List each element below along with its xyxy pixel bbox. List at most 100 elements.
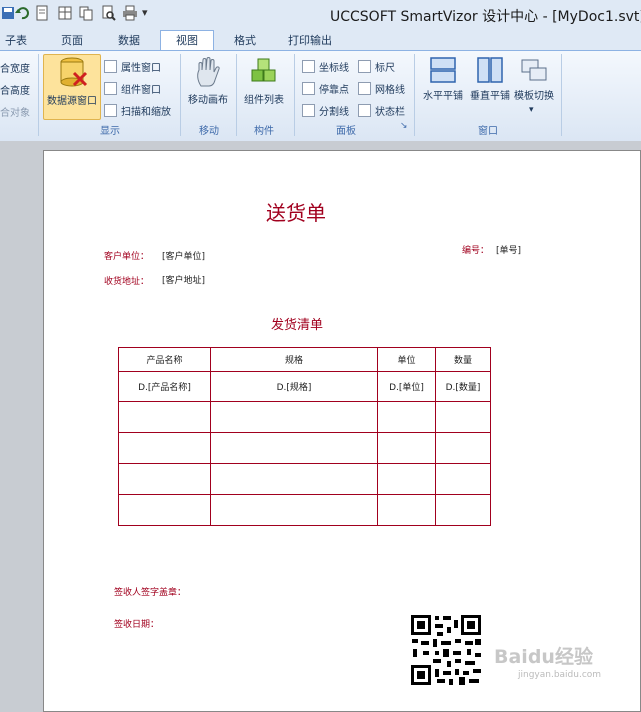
separator — [236, 54, 237, 136]
table-cell[interactable] — [210, 494, 378, 526]
window-title: UCCSOFT SmartVizor 设计中心 - [MyDoc1.svt] — [330, 9, 641, 25]
grid-icon[interactable] — [57, 5, 73, 21]
table-cell[interactable] — [435, 401, 491, 433]
template-switch-label: 模板切换 — [514, 91, 554, 102]
table-cell[interactable] — [118, 432, 211, 464]
coordinate-lines-checkbox[interactable] — [302, 60, 315, 73]
date-label[interactable]: 签收日期： — [114, 617, 159, 630]
fit-height-button[interactable]: 合高度 — [0, 82, 30, 97]
table-cell[interactable] — [210, 401, 378, 433]
fit-width-button[interactable]: 合宽度 — [0, 60, 30, 75]
ribbon-tabs: 子表单 页面 数据 视图 格式 打印输出 — [0, 28, 641, 66]
copy-icon[interactable] — [78, 5, 94, 21]
separator — [294, 54, 295, 136]
status-bar-checkbox[interactable] — [358, 104, 371, 117]
table-row — [118, 401, 491, 433]
qr-code-image[interactable] — [409, 613, 483, 687]
address-field[interactable]: [客户地址] — [162, 273, 205, 286]
print-icon[interactable] — [122, 5, 138, 21]
ruler-checkbox[interactable] — [358, 60, 371, 73]
watermark-subtext: jingyan.baidu.com — [518, 670, 602, 680]
customer-label[interactable]: 客户单位： — [104, 249, 149, 262]
panel-launcher-icon[interactable]: ↘ — [400, 121, 408, 131]
table-row — [118, 432, 491, 464]
dock-points-label: 停靠点 — [319, 85, 349, 96]
watermark-text: Baidu经验 — [494, 646, 593, 668]
component-list-label: 组件列表 — [244, 95, 284, 106]
address-label[interactable]: 收货地址： — [104, 274, 149, 287]
table-row — [118, 494, 491, 526]
table-cell[interactable] — [377, 401, 436, 433]
separator — [414, 54, 415, 136]
tab-page[interactable]: 页面 — [52, 31, 92, 50]
new-document-icon[interactable] — [34, 5, 50, 21]
move-canvas-button[interactable]: 移动画布 — [186, 56, 230, 116]
table-cell[interactable] — [377, 494, 436, 526]
print-preview-icon[interactable] — [100, 5, 116, 21]
group-label-panel: 面板 — [336, 126, 356, 137]
table-row: D.[产品名称] D.[规格] D.[单位] D.[数量] — [118, 371, 491, 402]
table-header-row: 产品名称 规格 单位 数量 — [118, 347, 491, 372]
tile-vertical-icon — [477, 57, 503, 83]
template-switch-icon — [521, 59, 547, 81]
tab-print-output[interactable]: 打印输出 — [280, 31, 340, 50]
move-canvas-label: 移动画布 — [188, 95, 228, 106]
document-title[interactable]: 送货单 — [266, 197, 326, 226]
customer-field[interactable]: [客户单位] — [162, 249, 205, 262]
datasource-window-button[interactable]: 数据源窗口 — [43, 54, 101, 120]
properties-window-label: 属性窗口 — [121, 63, 161, 74]
component-window-checkbox[interactable] — [104, 82, 117, 95]
properties-window-checkbox[interactable] — [104, 60, 117, 73]
delivery-table[interactable]: 产品名称 规格 单位 数量 D.[产品名称] D.[规格] D.[单位] D.[… — [118, 347, 491, 526]
header-product-name[interactable]: 产品名称 — [118, 347, 211, 372]
component-list-button[interactable]: 组件列表 — [240, 56, 288, 116]
dock-points-checkbox[interactable] — [302, 82, 315, 95]
table-cell[interactable] — [435, 432, 491, 464]
tab-format[interactable]: 格式 — [222, 31, 268, 50]
grid-lines-label: 网格线 — [375, 85, 405, 96]
tile-vertical-button[interactable]: 垂直平铺 — [467, 56, 513, 116]
cell-unit[interactable]: D.[单位] — [377, 371, 436, 402]
component-window-label: 组件窗口 — [121, 85, 161, 96]
scan-zoom-checkbox[interactable] — [104, 104, 117, 117]
separator — [561, 54, 562, 136]
quick-access-menu-icon[interactable]: ▾ — [142, 6, 148, 19]
template-switch-button[interactable]: 模板切换 — [513, 56, 555, 116]
separator — [180, 54, 181, 136]
datasource-window-label: 数据源窗口 — [47, 96, 97, 107]
number-label[interactable]: 编号： — [462, 243, 489, 256]
cell-spec[interactable]: D.[规格] — [210, 371, 378, 402]
tab-subform[interactable]: 子表单 — [0, 31, 32, 66]
number-field[interactable]: [单号] — [496, 243, 521, 256]
header-unit[interactable]: 单位 — [377, 347, 436, 372]
split-lines-checkbox[interactable] — [302, 104, 315, 117]
template-switch-dropdown-icon[interactable]: ▾ — [529, 105, 534, 115]
tile-vertical-label: 垂直平铺 — [470, 91, 510, 102]
tile-horizontal-button[interactable]: 水平平铺 — [420, 56, 466, 116]
table-cell[interactable] — [435, 494, 491, 526]
table-cell[interactable] — [210, 463, 378, 495]
scan-zoom-label: 扫描和缩放 — [121, 107, 171, 118]
undo-icon[interactable] — [14, 5, 30, 21]
signer-label[interactable]: 签收人签字盖章： — [114, 585, 186, 598]
fit-object-button[interactable]: 合对象 — [0, 104, 30, 119]
table-cell[interactable] — [118, 401, 211, 433]
tab-view[interactable]: 视图 — [160, 30, 214, 50]
coordinate-lines-label: 坐标线 — [319, 63, 349, 74]
cell-quantity[interactable]: D.[数量] — [435, 371, 491, 402]
tab-data[interactable]: 数据 — [108, 31, 150, 50]
header-spec[interactable]: 规格 — [210, 347, 378, 372]
table-cell[interactable] — [118, 463, 211, 495]
table-cell[interactable] — [435, 463, 491, 495]
grid-lines-checkbox[interactable] — [358, 82, 371, 95]
header-quantity[interactable]: 数量 — [435, 347, 491, 372]
table-cell[interactable] — [377, 463, 436, 495]
table-cell[interactable] — [210, 432, 378, 464]
table-cell[interactable] — [377, 432, 436, 464]
table-cell[interactable] — [118, 494, 211, 526]
separator — [38, 54, 39, 136]
cell-product-name[interactable]: D.[产品名称] — [118, 371, 211, 402]
split-lines-label: 分割线 — [319, 107, 349, 118]
document-page[interactable]: 送货单 客户单位： [客户单位] 编号： [单号] 收货地址： [客户地址] 发… — [43, 150, 641, 712]
list-title[interactable]: 发货清单 — [271, 314, 323, 333]
